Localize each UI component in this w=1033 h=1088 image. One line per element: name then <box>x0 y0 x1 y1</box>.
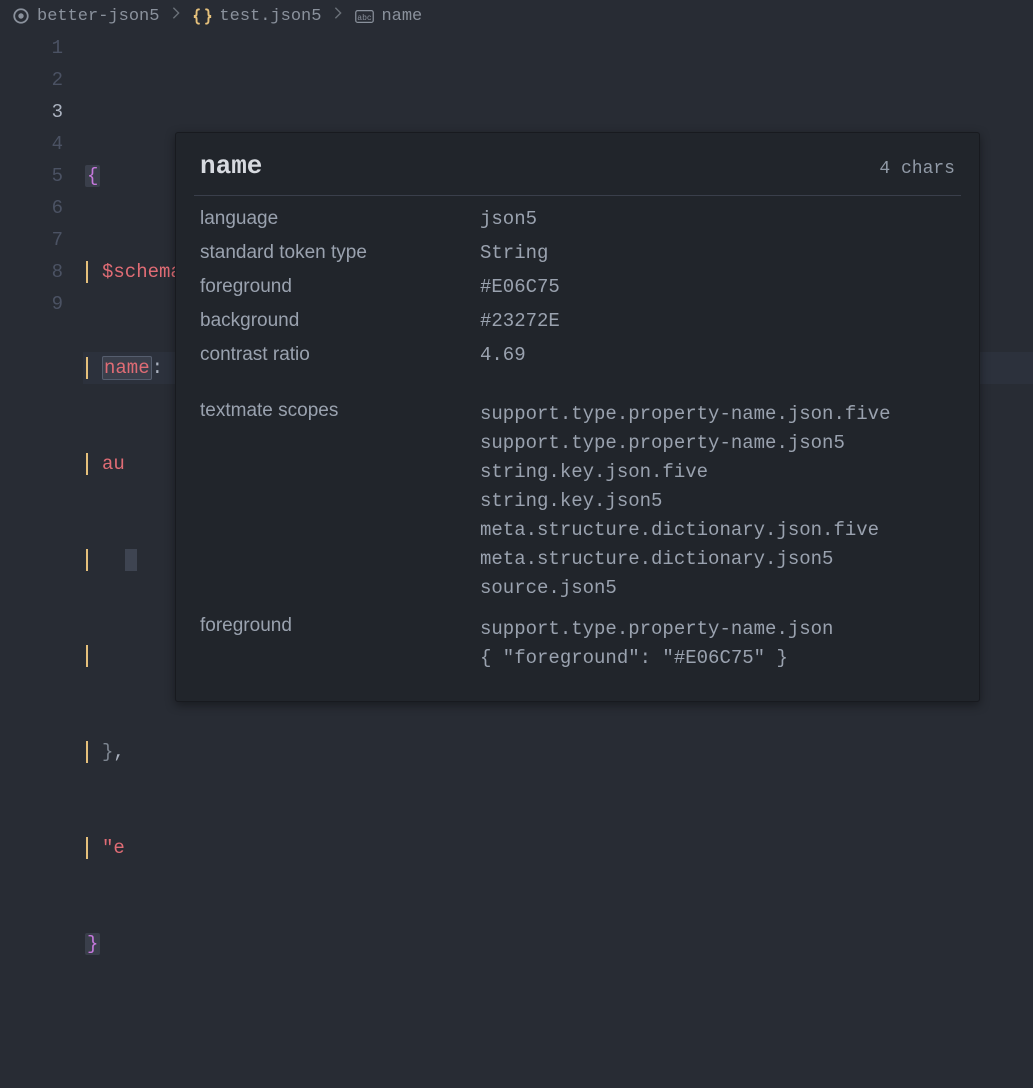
line-number-current: 3 <box>0 96 63 128</box>
hover-char-count: 4 chars <box>879 159 955 179</box>
breadcrumb: better-json5 test.json5 abc name <box>0 0 1033 32</box>
hover-row-tmscopes: textmate scopes support.type.property-na… <box>200 394 955 609</box>
symbol-string-icon: abc <box>355 9 374 24</box>
line-number: 1 <box>0 32 63 64</box>
breadcrumb-item-symbol[interactable]: abc name <box>355 7 422 26</box>
hover-row-background: background #23272E <box>200 304 955 338</box>
breadcrumb-symbol-label: name <box>381 7 422 26</box>
breadcrumb-item-file[interactable]: test.json5 <box>193 7 321 26</box>
hover-row-language: language json5 <box>200 202 955 236</box>
hover-row-fgrule: foreground support.type.property-name.js… <box>200 609 955 679</box>
breadcrumb-file-label: test.json5 <box>219 7 321 26</box>
cursor-icon <box>125 549 137 571</box>
code-line[interactable]: } <box>85 928 1033 960</box>
hover-token-title: name <box>200 151 262 181</box>
selected-token: name <box>102 356 152 380</box>
circle-dot-icon <box>12 7 30 25</box>
svg-text:abc: abc <box>358 13 373 22</box>
chevron-right-icon <box>331 6 345 26</box>
line-number: 7 <box>0 224 63 256</box>
line-number: 4 <box>0 128 63 160</box>
breadcrumb-root-label: better-json5 <box>37 7 159 26</box>
line-gutter: 1 2 3 4 5 6 7 8 9 <box>0 32 85 1088</box>
hover-row-contrast: contrast ratio 4.69 <box>200 338 955 372</box>
breadcrumb-item-root[interactable]: better-json5 <box>12 7 159 26</box>
line-number: 6 <box>0 192 63 224</box>
braces-icon <box>193 7 212 26</box>
hover-row-stdtoken: standard token type String <box>200 236 955 270</box>
hover-row-foreground: foreground #E06C75 <box>200 270 955 304</box>
line-number: 5 <box>0 160 63 192</box>
line-number: 8 <box>0 256 63 288</box>
chevron-right-icon <box>169 6 183 26</box>
line-number: 9 <box>0 288 63 320</box>
code-line[interactable]: }, <box>85 736 1033 768</box>
token-inspector-panel: name 4 chars language json5 standard tok… <box>175 132 980 702</box>
code-line[interactable]: "e <box>85 832 1033 864</box>
line-number: 2 <box>0 64 63 96</box>
